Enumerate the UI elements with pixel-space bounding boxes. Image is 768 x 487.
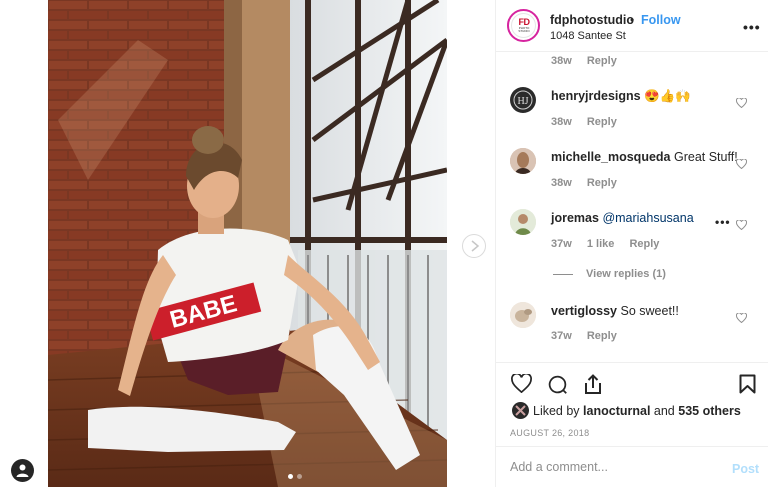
comment-meta: 37w 1 like Reply: [551, 238, 659, 250]
comment-meta: 38w Reply: [551, 177, 617, 189]
share-icon[interactable]: [583, 374, 603, 400]
comment-time: 38w: [551, 116, 572, 128]
post-photo[interactable]: BABE: [48, 0, 447, 487]
comment-username[interactable]: michelle_mosqueda: [551, 150, 671, 164]
profile-avatar[interactable]: FD PHOTO STUDIO: [507, 9, 540, 42]
comment-body: Great Stuff!: [673, 150, 738, 164]
liker-avatar[interactable]: [512, 402, 529, 419]
comment-time: 38w: [551, 55, 572, 67]
post-panel: FD PHOTO STUDIO fdphotostudio • Follow 1…: [495, 0, 768, 487]
likes-others[interactable]: 535 others: [678, 404, 741, 418]
comment-meta: 38w Reply: [551, 116, 617, 128]
post-header: FD PHOTO STUDIO fdphotostudio • Follow 1…: [496, 0, 768, 52]
profile-icon[interactable]: [11, 459, 34, 482]
comment-bubble-icon[interactable]: [547, 374, 568, 400]
commenter-avatar[interactable]: HJ: [510, 87, 536, 113]
carousel-dot-active: [288, 474, 293, 479]
like-comment-heart-icon[interactable]: [735, 310, 748, 328]
post-date[interactable]: AUGUST 26, 2018: [510, 428, 589, 438]
comment-username[interactable]: vertiglossy: [551, 304, 617, 318]
comment-text: henryjrdesigns 😍👍🙌: [551, 89, 691, 104]
commenter-avatar[interactable]: [510, 302, 536, 328]
comment-username[interactable]: joremas: [551, 211, 599, 225]
like-comment-heart-icon[interactable]: [735, 156, 748, 174]
post-location[interactable]: 1048 Santee St: [550, 30, 626, 42]
comment-time: 37w: [551, 238, 572, 250]
comment-body: 😍👍🙌: [644, 89, 691, 103]
reply-button[interactable]: Reply: [587, 55, 617, 67]
like-heart-icon[interactable]: [511, 372, 532, 398]
comment-options-icon[interactable]: •••: [715, 215, 731, 229]
post-username[interactable]: fdphotostudio: [550, 13, 634, 27]
left-gutter: [0, 0, 48, 487]
reply-button[interactable]: Reply: [587, 177, 617, 189]
comment-time: 38w: [551, 177, 572, 189]
comment-body: So sweet!!: [620, 304, 679, 318]
like-comment-heart-icon[interactable]: [735, 217, 748, 235]
commenter-avatar[interactable]: [510, 209, 536, 235]
comments-list: 38w Reply HJ henryjrdesigns 😍👍🙌 38w Repl…: [496, 52, 768, 362]
comment-text: joremas @mariahsusana: [551, 211, 694, 225]
view-replies-button[interactable]: View replies (1): [553, 268, 666, 280]
next-arrow-icon[interactable]: [462, 234, 486, 258]
avatar-logo-sub: PHOTO STUDIO: [518, 26, 530, 33]
separator-dot: •: [630, 13, 635, 27]
more-options-icon[interactable]: •••: [743, 19, 761, 35]
comment-meta: 38w Reply: [551, 55, 617, 67]
view-replies-label: View replies (1): [586, 268, 666, 280]
post-comment-button[interactable]: Post: [732, 462, 759, 476]
reply-button[interactable]: Reply: [587, 330, 617, 342]
comment-time: 37w: [551, 330, 572, 342]
view-replies-line: [553, 273, 573, 275]
reply-button[interactable]: Reply: [587, 116, 617, 128]
add-comment-input[interactable]: [510, 460, 710, 474]
comment-username[interactable]: henryjrdesigns: [551, 89, 641, 103]
comment-text: vertiglossy So sweet!!: [551, 304, 679, 318]
carousel-indicator: [288, 474, 302, 479]
liker-username[interactable]: lanocturnal: [583, 404, 650, 418]
add-comment-bar: Post: [496, 446, 768, 487]
comment-mention[interactable]: @mariahsusana: [602, 211, 693, 225]
carousel-dot: [297, 474, 302, 479]
follow-button[interactable]: Follow: [641, 13, 681, 27]
likes-prefix: Liked by: [533, 404, 580, 418]
post-actions: [496, 362, 768, 402]
comment-text: michelle_mosqueda Great Stuff!: [551, 150, 738, 164]
bookmark-icon[interactable]: [739, 374, 756, 399]
like-comment-heart-icon[interactable]: [735, 95, 748, 113]
likes-text: Liked by lanocturnal and 535 others: [533, 404, 741, 418]
reply-button[interactable]: Reply: [629, 238, 659, 250]
likes-and: and: [653, 404, 675, 418]
comment-meta: 37w Reply: [551, 330, 617, 342]
svg-text:HJ: HJ: [517, 96, 528, 107]
commenter-avatar[interactable]: [510, 148, 536, 174]
comment-likes[interactable]: 1 like: [587, 238, 615, 250]
